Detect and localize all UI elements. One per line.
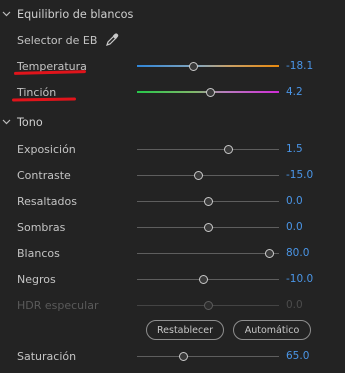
temperature-slider-track[interactable]: [137, 65, 279, 67]
shadows-slider-knob[interactable]: [204, 223, 214, 232]
hdr-specular-slider-knob: [204, 301, 214, 310]
highlights-label: Resaltados: [17, 195, 77, 208]
saturation-value[interactable]: 65.0: [286, 350, 309, 362]
blacks-row: Negros -10.0: [0, 267, 345, 293]
blacks-label: Negros: [17, 273, 56, 286]
whites-row: Blancos 80.0: [0, 241, 345, 267]
white-balance-header[interactable]: Equilibrio de blancos: [0, 3, 345, 25]
exposure-slider-knob[interactable]: [224, 145, 234, 154]
blacks-value[interactable]: -10.0: [286, 273, 313, 285]
tint-slider-knob[interactable]: [205, 88, 215, 97]
highlights-row: Resaltados 0.0: [0, 189, 345, 215]
tone-title: Tono: [17, 115, 43, 129]
tint-value[interactable]: 4.2: [286, 86, 303, 98]
whites-slider-track[interactable]: [137, 253, 279, 254]
wb-selector-label: Selector de EB: [17, 34, 98, 47]
blacks-slider-track[interactable]: [137, 279, 279, 280]
hdr-specular-row: HDR especular 0.0: [0, 293, 345, 319]
temperature-row: Temperatura -18.1: [0, 54, 345, 80]
tone-header[interactable]: Tono: [0, 111, 345, 133]
blacks-slider-knob[interactable]: [198, 275, 208, 284]
shadows-value[interactable]: 0.0: [286, 221, 303, 233]
contrast-slider-knob[interactable]: [194, 171, 204, 180]
shadows-label: Sombras: [17, 221, 66, 234]
chevron-down-icon[interactable]: [2, 9, 12, 19]
eyedropper-icon[interactable]: [105, 33, 119, 47]
wb-selector-row: Selector de EB: [0, 28, 345, 54]
saturation-label: Saturación: [17, 350, 77, 363]
saturation-slider-track[interactable]: [137, 356, 279, 357]
saturation-slider-knob[interactable]: [178, 352, 188, 361]
whites-label: Blancos: [17, 247, 60, 260]
reset-button[interactable]: Restablecer: [146, 320, 224, 340]
whites-value[interactable]: 80.0: [286, 247, 309, 259]
lumetri-panel: Equilibrio de blancos Selector de EB Tem…: [0, 0, 345, 373]
temperature-slider-knob[interactable]: [188, 62, 198, 71]
chevron-down-icon[interactable]: [2, 117, 12, 127]
tint-row: Tinción 4.2: [0, 80, 345, 106]
exposure-label: Exposición: [17, 143, 76, 156]
exposure-value[interactable]: 1.5: [286, 143, 303, 155]
highlights-slider-knob[interactable]: [204, 197, 214, 206]
contrast-label: Contraste: [17, 169, 71, 182]
temperature-value[interactable]: -18.1: [286, 60, 313, 72]
whites-slider-knob[interactable]: [265, 249, 275, 258]
shadows-row: Sombras 0.0: [0, 215, 345, 241]
contrast-value[interactable]: -15.0: [286, 169, 313, 181]
hdr-specular-value: 0.0: [286, 299, 303, 311]
white-balance-title: Equilibrio de blancos: [17, 7, 134, 21]
contrast-row: Contraste -15.0: [0, 163, 345, 189]
auto-button[interactable]: Automático: [233, 320, 311, 340]
contrast-slider-track[interactable]: [137, 175, 279, 176]
saturation-row: Saturación 65.0: [0, 344, 345, 370]
exposure-row: Exposición 1.5: [0, 137, 345, 163]
exposure-slider-track[interactable]: [137, 149, 279, 150]
hdr-specular-label: HDR especular: [17, 299, 99, 312]
highlights-value[interactable]: 0.0: [286, 195, 303, 207]
